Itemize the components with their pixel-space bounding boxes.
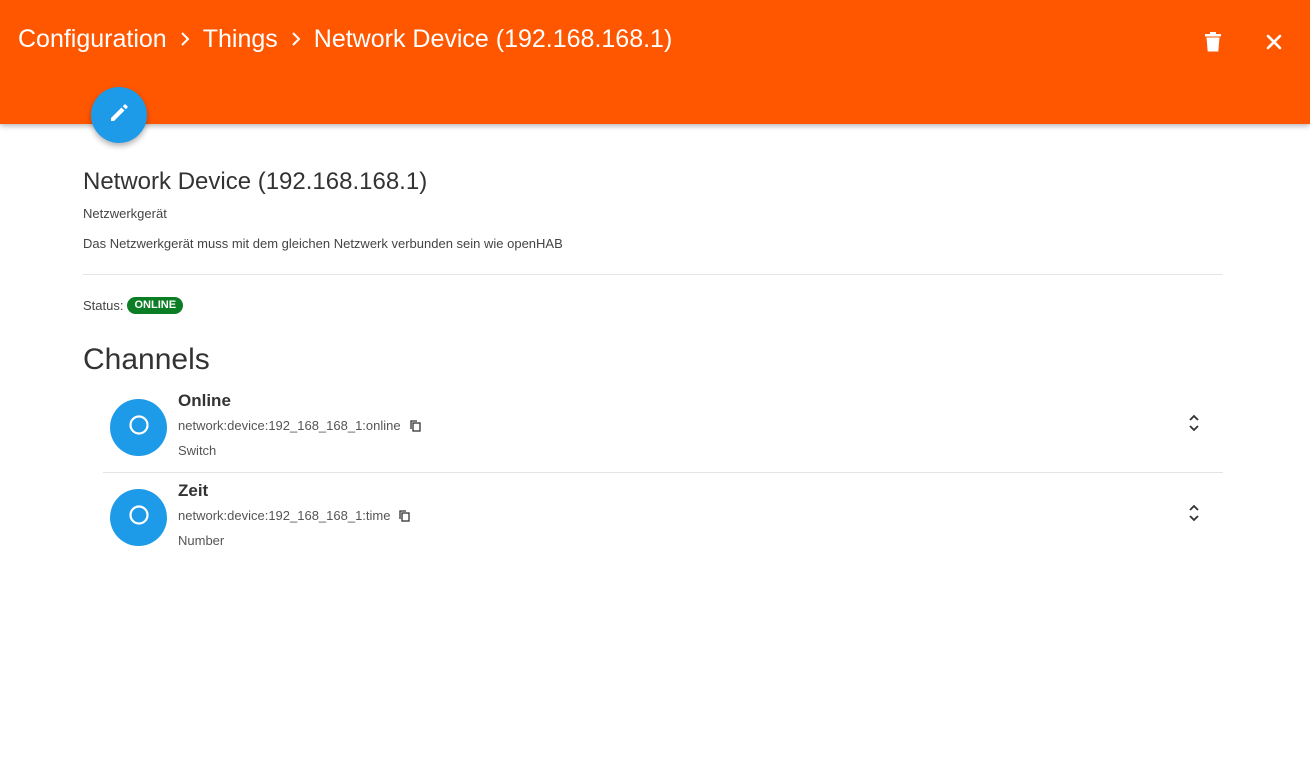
expand-collapse-icon[interactable] xyxy=(1183,411,1205,435)
thing-label: Netzwerkgerät xyxy=(83,206,167,221)
circle-icon xyxy=(128,504,150,531)
channel-list: Online network:device:192_168_168_1:onli… xyxy=(103,383,1223,563)
thing-details: Network Device (192.168.168.1) Netzwerkg… xyxy=(83,160,1223,548)
thing-description: Das Netzwerkgerät muss mit dem gleichen … xyxy=(83,236,563,251)
breadcrumb-configuration[interactable]: Configuration xyxy=(18,25,167,54)
edit-button[interactable] xyxy=(91,87,147,143)
channel-uid-row: network:device:192_168_168_1:online xyxy=(178,418,421,433)
chevron-right-icon xyxy=(278,24,314,54)
circle-icon xyxy=(128,414,150,441)
breadcrumb: Configuration Things Network Device (192… xyxy=(18,24,672,54)
channel-item-online[interactable]: Online network:device:192_168_168_1:onli… xyxy=(103,383,1223,473)
status-row: Status: ONLINE xyxy=(83,297,184,314)
chevron-right-icon xyxy=(167,24,203,54)
close-button[interactable] xyxy=(1257,27,1291,61)
channel-name: Online xyxy=(178,391,231,410)
thing-title: Network Device (192.168.168.1) xyxy=(83,168,428,195)
status-label: Status: xyxy=(83,298,124,313)
status-badge: ONLINE xyxy=(127,297,184,314)
channel-name: Zeit xyxy=(178,481,209,500)
channel-avatar xyxy=(110,489,167,546)
breadcrumb-current-thing: Network Device (192.168.168.1) xyxy=(313,24,673,53)
channel-type: Switch xyxy=(178,443,217,458)
app-header: Configuration Things Network Device (192… xyxy=(0,0,1310,124)
channel-avatar xyxy=(110,399,167,456)
delete-button[interactable] xyxy=(1196,27,1230,61)
copy-icon[interactable] xyxy=(399,509,411,522)
channel-uid-row: network:device:192_168_168_1:time xyxy=(178,508,411,523)
expand-collapse-icon[interactable] xyxy=(1183,501,1205,525)
pencil-icon xyxy=(109,103,129,128)
divider xyxy=(83,274,1223,275)
close-icon xyxy=(1266,34,1282,55)
breadcrumb-things[interactable]: Things xyxy=(203,25,278,54)
channel-uid: network:device:192_168_168_1:time xyxy=(178,508,391,523)
channel-item-time[interactable]: Zeit network:device:192_168_168_1:time N… xyxy=(103,473,1223,563)
channel-type: Number xyxy=(178,533,225,548)
channel-uid: network:device:192_168_168_1:online xyxy=(178,418,401,433)
trash-icon xyxy=(1205,31,1221,57)
copy-icon[interactable] xyxy=(409,419,421,432)
channels-heading: Channels xyxy=(83,343,210,376)
